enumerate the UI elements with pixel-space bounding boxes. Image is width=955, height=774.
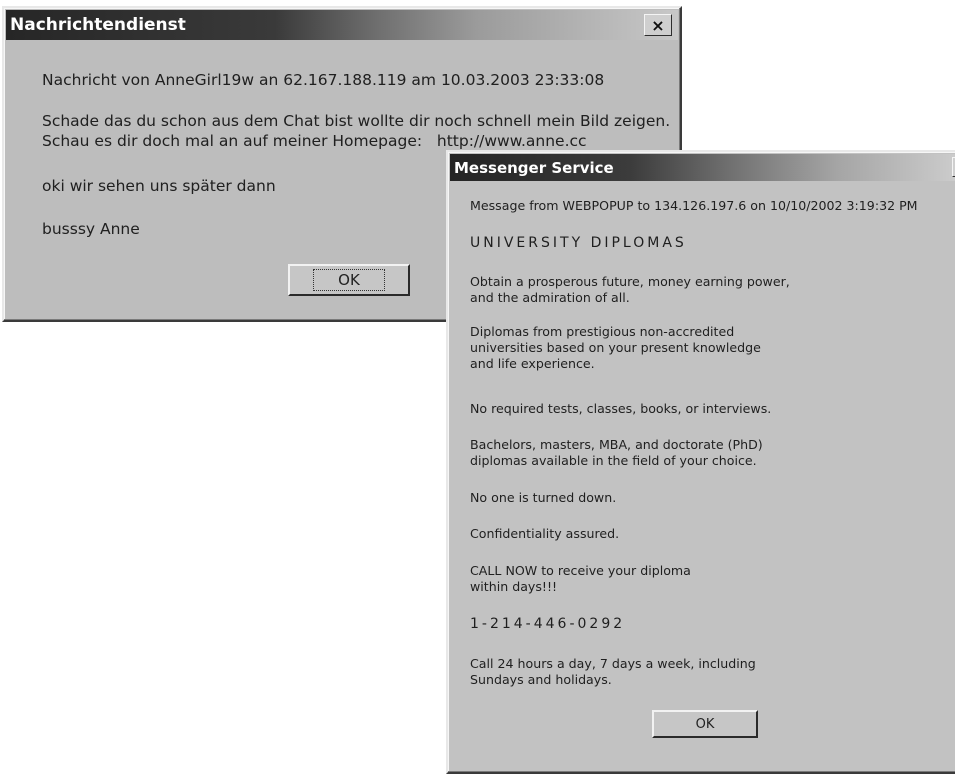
message-line: oki wir sehen uns später dann (42, 177, 276, 195)
close-button[interactable]: × (644, 14, 672, 36)
dialog-title: Messenger Service (454, 158, 614, 177)
message-heading: UNIVERSITY DIPLOMAS (470, 235, 687, 251)
messenger-service-dialog: Messenger Service × Message from WEBPOPU… (446, 150, 955, 774)
message-line: Bachelors, masters, MBA, and doctorate (… (470, 437, 763, 452)
message-header: Message from WEBPOPUP to 134.126.197.6 o… (470, 198, 918, 213)
title-bar[interactable]: Nachrichtendienst × (6, 10, 678, 40)
dialog-title: Nachrichtendienst (10, 15, 186, 35)
close-icon: × (651, 15, 665, 35)
message-line: Confidentiality assured. (470, 526, 620, 541)
message-line: and the admiration of all. (470, 290, 630, 305)
ok-button[interactable]: OK (288, 264, 410, 296)
message-line: universities based on your present knowl… (470, 340, 761, 355)
message-line: Obtain a prosperous future, money earnin… (470, 274, 790, 289)
message-line: within days!!! (470, 579, 558, 594)
message-line: Schade das du schon aus dem Chat bist wo… (42, 112, 671, 130)
message-line: Sundays and holidays. (470, 672, 612, 687)
message-line: and life experience. (470, 356, 595, 371)
phone-number: 1-214-446-0292 (470, 616, 626, 632)
ok-button[interactable]: OK (652, 710, 758, 738)
message-line: busssy Anne (42, 220, 140, 238)
title-bar[interactable]: Messenger Service × (450, 154, 955, 181)
message-header: Nachricht von AnneGirl19w an 62.167.188.… (42, 71, 605, 89)
message-line: No required tests, classes, books, or in… (470, 401, 772, 416)
message-line: Schau es dir doch mal an auf meiner Home… (42, 132, 587, 150)
message-line: No one is turned down. (470, 490, 617, 505)
ok-label: OK (695, 716, 715, 732)
message-line: diplomas available in the field of your … (470, 453, 757, 468)
message-line: CALL NOW to receive your diploma (470, 563, 691, 578)
message-line: Call 24 hours a day, 7 days a week, incl… (470, 656, 756, 671)
ok-label: OK (313, 269, 385, 291)
message-line: Diplomas from prestigious non-accredited (470, 324, 735, 339)
